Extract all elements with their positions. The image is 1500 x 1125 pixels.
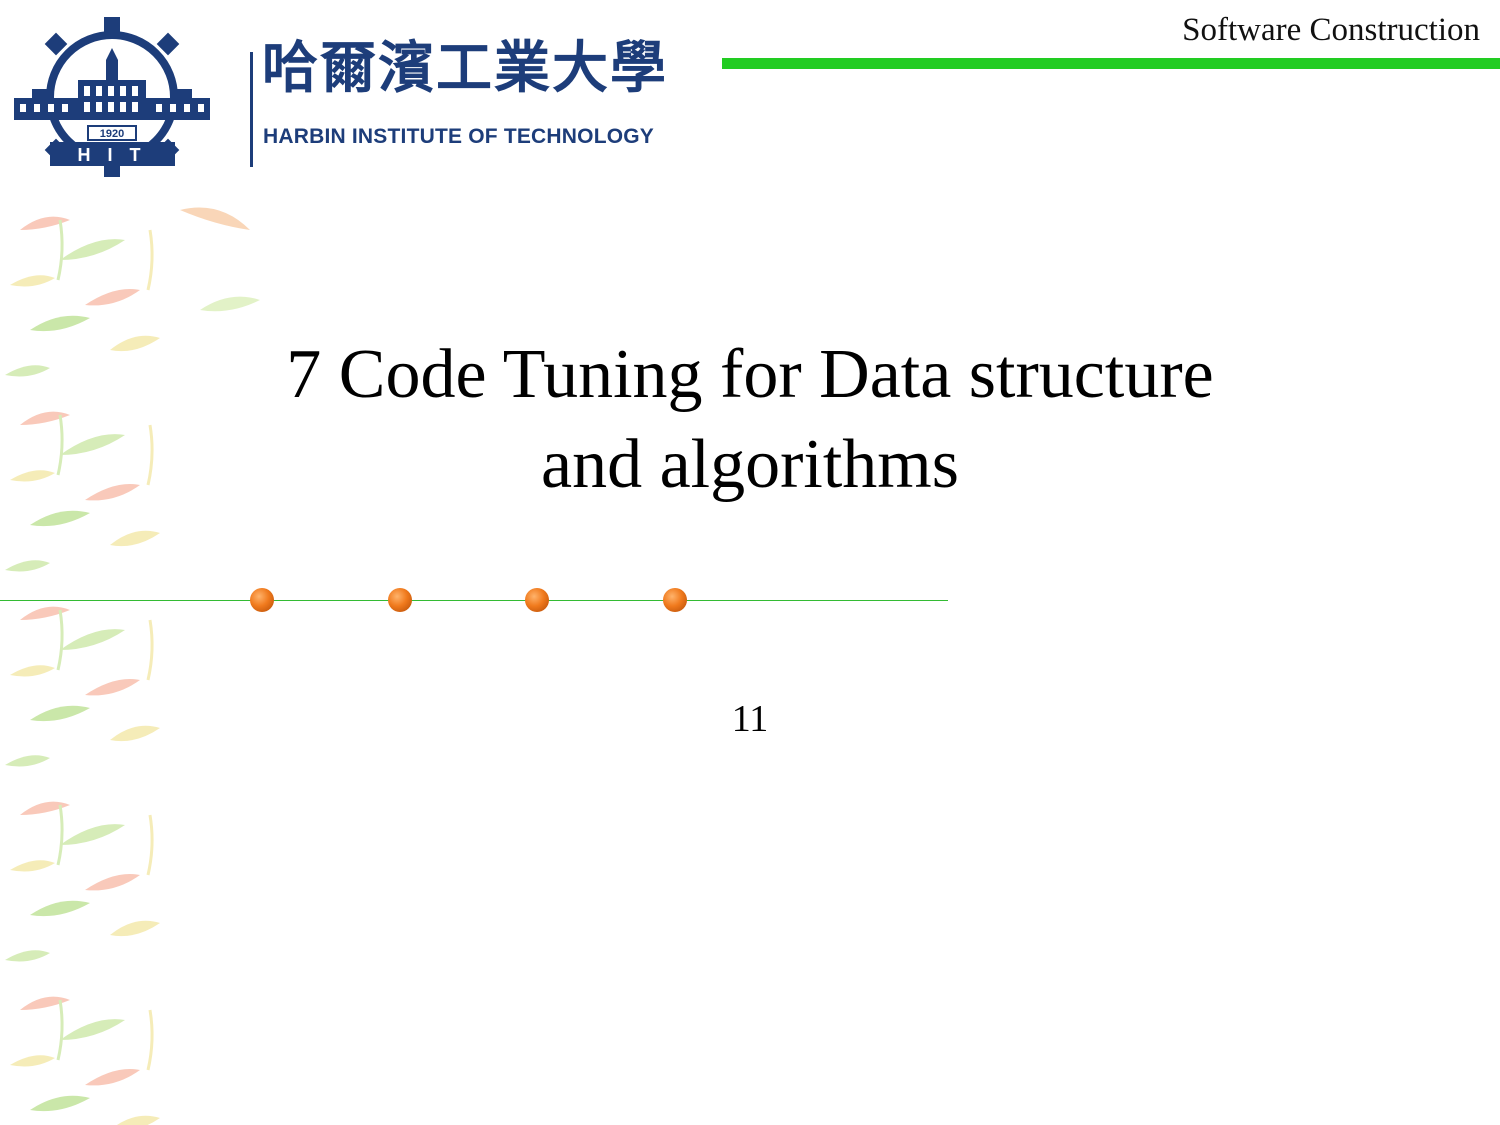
slide-title: 7 Code Tuning for Data structure and alg… xyxy=(150,330,1350,510)
decor-dot xyxy=(388,588,412,612)
header-rule xyxy=(722,58,1500,69)
university-name-cn: 哈爾濱工業大學 xyxy=(262,35,668,101)
page-number: 11 xyxy=(731,698,769,740)
decor-dot xyxy=(525,588,549,612)
slide-title-line-1: 7 Code Tuning for Data structure xyxy=(286,336,1214,413)
university-logo: 1920 H I T 哈爾濱工業大學 HARBIN INSTITUTE OF T… xyxy=(10,12,720,182)
emblem-year: 1920 xyxy=(100,128,124,140)
decor-dot xyxy=(663,588,687,612)
university-name-en: HARBIN INSTITUTE OF TECHNOLOGY xyxy=(263,125,654,148)
hit-emblem-icon: 1920 H I T xyxy=(14,17,210,177)
decor-line xyxy=(0,600,948,601)
slide-title-line-2: and algorithms xyxy=(541,426,959,503)
course-title: Software Construction xyxy=(1182,12,1480,48)
emblem-letters: H I T xyxy=(78,145,147,165)
slide: 1920 H I T 哈爾濱工業大學 HARBIN INSTITUTE OF T… xyxy=(0,0,1500,1125)
logo-divider xyxy=(250,52,253,167)
decor-dot xyxy=(250,588,274,612)
